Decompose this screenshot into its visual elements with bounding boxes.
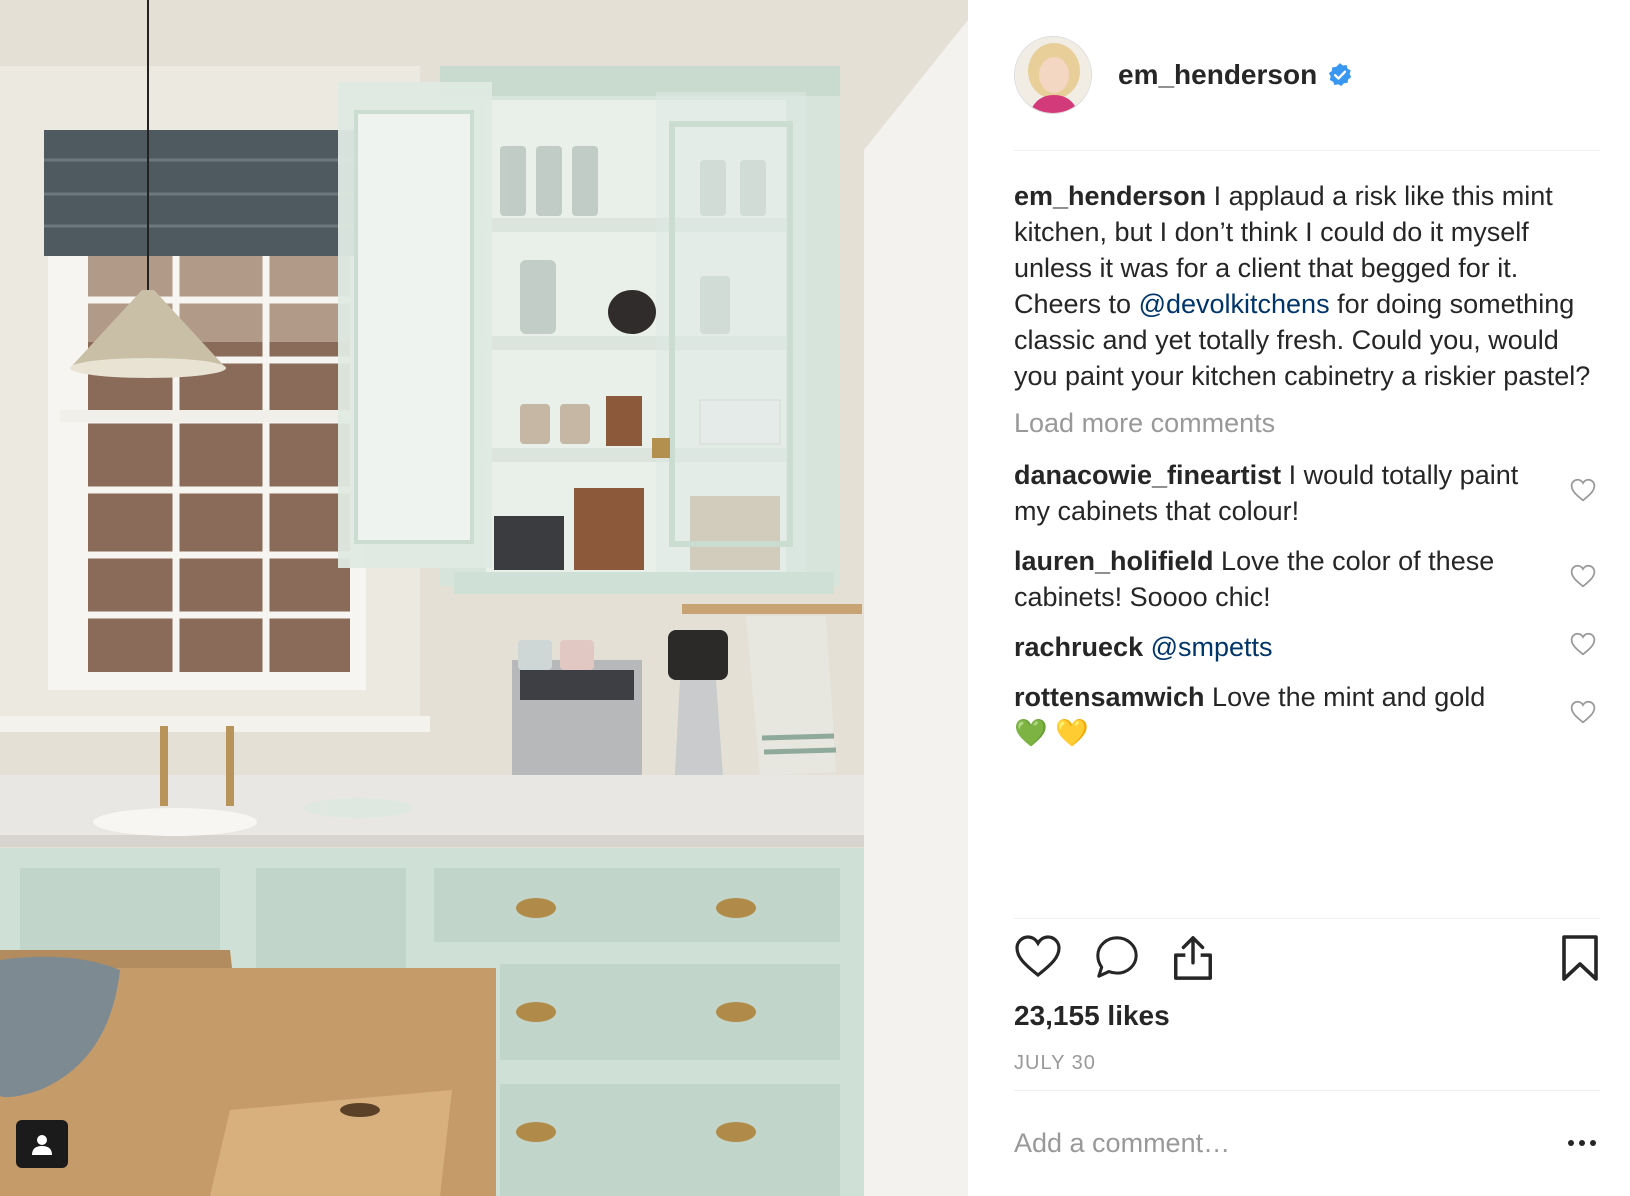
actions-divider (1014, 918, 1600, 919)
likes-count[interactable]: 23,155 likes (1014, 1000, 1170, 1032)
comment-emoji: 💚 💛 (1014, 718, 1089, 748)
comment-username[interactable]: danacowie_fineartist (1014, 460, 1281, 490)
comment-item: rachrueck @smpetts (1014, 629, 1598, 665)
caption-mention[interactable]: @devolkitchens (1139, 289, 1330, 319)
load-more-comments-button[interactable]: Load more comments (1014, 408, 1598, 439)
share-button[interactable] (1170, 934, 1216, 987)
heart-outline-icon (1015, 935, 1061, 978)
more-dots-icon (1579, 1140, 1585, 1146)
author-avatar[interactable] (1014, 36, 1092, 114)
verified-badge-icon (1329, 63, 1352, 87)
comment-item: lauren_holifield Love the color of these… (1014, 543, 1598, 615)
caption-username[interactable]: em_henderson (1014, 181, 1206, 211)
heart-outline-icon (1570, 700, 1596, 724)
comment-like-button[interactable] (1570, 561, 1596, 597)
comment-button[interactable] (1094, 934, 1140, 985)
author-username[interactable]: em_henderson (1118, 59, 1317, 91)
bookmark-icon (1562, 935, 1598, 981)
post-side-panel: em_henderson em_henderson I applaud a ri… (968, 0, 1630, 1196)
comment-item: danacowie_fineartist I would totally pai… (1014, 457, 1598, 529)
comments-section: em_henderson I applaud a risk like this … (1014, 178, 1598, 751)
avatar-photo (1015, 37, 1091, 113)
more-dots-icon (1590, 1140, 1596, 1146)
header-divider (1014, 150, 1600, 151)
comment-username[interactable]: lauren_holifield (1014, 546, 1214, 576)
heart-outline-icon (1570, 478, 1596, 502)
share-upload-icon (1174, 936, 1212, 980)
post-header: em_henderson (1014, 34, 1590, 116)
post-date: JULY 30 (1014, 1052, 1096, 1074)
comment-text: Love the mint and gold (1204, 682, 1486, 712)
kitchen-photo (0, 0, 968, 1196)
comment-item: rottensamwich Love the mint and gold 💚 💛 (1014, 679, 1598, 751)
comment-box-divider (1014, 1090, 1600, 1091)
comment-username[interactable]: rottensamwich (1014, 682, 1205, 712)
heart-outline-icon (1570, 632, 1596, 656)
post-image[interactable] (0, 0, 968, 1196)
verified-badge (1327, 62, 1353, 88)
like-button[interactable] (1014, 934, 1062, 983)
comment-like-button[interactable] (1570, 697, 1596, 733)
comment-username[interactable]: rachrueck (1014, 632, 1143, 662)
more-dots-icon (1568, 1140, 1574, 1146)
post-caption: em_henderson I applaud a risk like this … (1014, 178, 1598, 394)
comment-like-button[interactable] (1570, 629, 1596, 665)
comment-mention[interactable]: @smpetts (1151, 632, 1273, 662)
tagged-users-button[interactable] (16, 1120, 68, 1168)
speech-bubble-icon (1096, 936, 1138, 978)
user-tag-icon (32, 1135, 52, 1155)
comment-like-button[interactable] (1570, 475, 1596, 511)
more-options-button[interactable] (1568, 1140, 1596, 1146)
save-button[interactable] (1560, 934, 1600, 987)
heart-outline-icon (1570, 564, 1596, 588)
post-actions (1014, 934, 1600, 990)
add-comment-input[interactable] (1014, 1128, 1504, 1159)
